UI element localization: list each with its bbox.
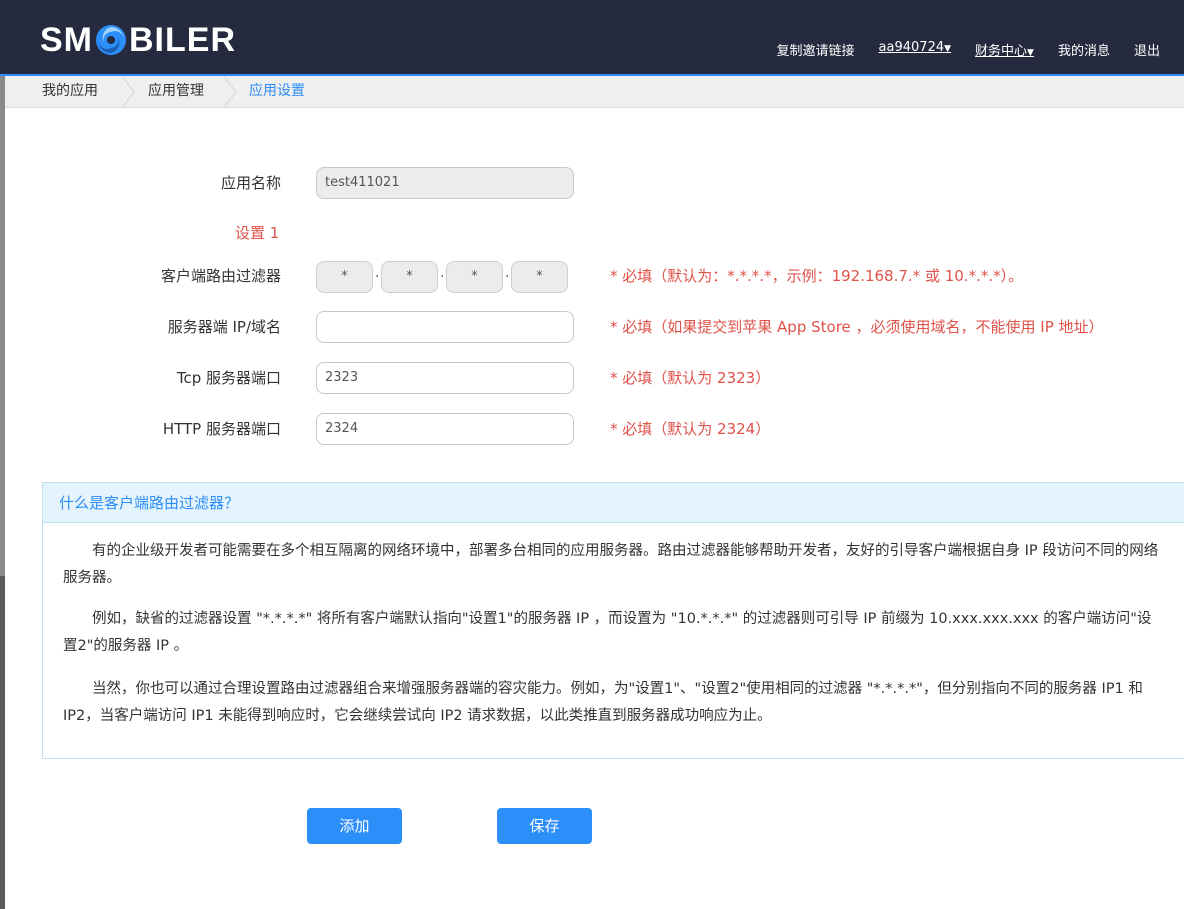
breadcrumb-separator-icon [121,76,135,108]
filter-segment-4[interactable]: * [511,261,568,293]
tcp-port-hint: * 必填（默认为 2323） [610,369,771,387]
copy-invite-link[interactable]: 复制邀请链接 [777,40,855,59]
http-port-input[interactable]: 2324 [316,413,574,445]
server-ip-hint: * 必填（如果提交到苹果 App Store ，必须使用域名，不能使用 IP 地… [610,318,1104,336]
logo-swirl-icon [96,25,126,55]
breadcrumb-app-management[interactable]: 应用管理 [148,76,204,108]
breadcrumb-separator-icon [223,76,237,108]
finance-center-label: 财务中心 [975,44,1028,59]
info-panel: 什么是客户端路由过滤器？ 有的企业级开发者可能需要在多个相互隔离的网络环境中，部… [42,482,1184,759]
user-menu[interactable]: aa940724▼ [879,40,951,59]
caret-down-icon: ▼ [944,44,952,54]
tcp-port-input[interactable]: 2323 [316,362,574,394]
app-name-input[interactable]: test411021 [316,167,574,199]
top-nav: 复制邀请链接 aa940724▼ 财务中心▼ 我的消息 退出 [753,40,1160,59]
smobiler-logo[interactable]: SM BILER [40,20,236,60]
caret-down-icon: ▼ [1027,48,1034,58]
http-port-hint: * 必填（默认为 2324） [610,420,771,438]
save-button[interactable]: 保存 [497,808,592,844]
section-title: 设置 1 [235,224,280,242]
user-name: aa940724 [878,40,945,55]
finance-center-menu[interactable]: 财务中心▼ [975,40,1034,59]
app-name-label: 应用名称 [220,174,281,192]
breadcrumb-my-apps[interactable]: 我的应用 [42,76,98,108]
filter-dot: . [440,265,445,281]
my-messages-link[interactable]: 我的消息 [1058,40,1110,59]
tcp-port-label: Tcp 服务器端口 [176,369,281,387]
filter-dot: . [375,265,380,281]
left-scrollbar[interactable] [0,76,5,909]
server-ip-label: 服务器端 IP/域名 [167,318,281,336]
info-paragraph: 例如，缺省的过滤器设置 "*.*.*.*" 将所有客户端默认指向"设置1"的服务… [63,611,1152,654]
breadcrumb-app-settings: 应用设置 [249,83,305,99]
info-panel-title: 什么是客户端路由过滤器？ [43,483,1184,523]
breadcrumb: 我的应用 应用管理 应用设置 [5,76,1184,108]
filter-label: 客户端路由过滤器 [160,267,281,285]
info-paragraph: 有的企业级开发者可能需要在多个相互隔离的网络环境中，部署多台相同的应用服务器。路… [63,543,1159,586]
http-port-label: HTTP 服务器端口 [162,420,281,438]
scrollbar-thumb[interactable] [0,76,5,576]
top-header: SM BILER 复制邀请链接 aa940724▼ 财务中心▼ 我的消息 退出 [0,0,1184,76]
filter-dot: . [505,265,510,281]
filter-segment-1[interactable]: * [316,261,373,293]
logo-text-left: SM [40,20,93,59]
filter-segment-3[interactable]: * [446,261,503,293]
info-paragraph: 当然，你也可以通过合理设置路由过滤器组合来增强服务器端的容灾能力。例如，为"设置… [63,681,1143,724]
server-ip-input[interactable] [316,311,574,343]
filter-segment-2[interactable]: * [381,261,438,293]
filter-hint: * 必填（默认为：*.*.*.*，示例：192.168.7.* 或 10.*.*… [610,267,1024,285]
logout-link[interactable]: 退出 [1134,40,1160,59]
add-button[interactable]: 添加 [307,808,402,844]
logo-text-right: BILER [129,20,236,59]
